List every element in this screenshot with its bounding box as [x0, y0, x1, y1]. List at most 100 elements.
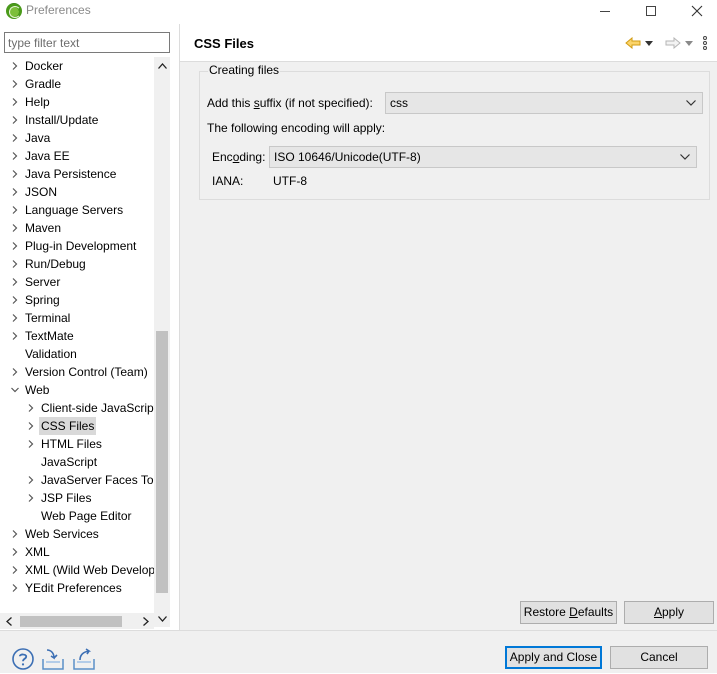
back-button[interactable]: [625, 34, 641, 52]
chevron-right-icon[interactable]: [11, 368, 19, 376]
encoding-combo[interactable]: ISO 10646/Unicode(UTF-8): [269, 146, 697, 168]
dialog-button-bar: Apply and Close Cancel: [0, 630, 717, 673]
tree-item[interactable]: YEdit Preferences: [0, 579, 154, 597]
chevron-right-icon[interactable]: [11, 170, 19, 178]
export-button[interactable]: [72, 647, 96, 671]
chevron-down-icon[interactable]: [11, 386, 19, 394]
tree-item[interactable]: Version Control (Team): [0, 363, 154, 381]
tree-item[interactable]: Spring: [0, 291, 154, 309]
cancel-button[interactable]: Cancel: [610, 646, 708, 669]
tree-item-label: Gradle: [25, 77, 62, 91]
chevron-right-icon[interactable]: [11, 98, 19, 106]
minimize-icon: [600, 10, 610, 12]
tree-vertical-scrollbar[interactable]: [154, 57, 170, 627]
scroll-down-button[interactable]: [154, 610, 170, 627]
tree-item[interactable]: Server: [0, 273, 154, 291]
apply-and-close-button[interactable]: Apply and Close: [505, 646, 602, 669]
import-button[interactable]: [41, 647, 65, 671]
minimize-button[interactable]: [582, 0, 628, 22]
view-menu-button[interactable]: [703, 34, 707, 52]
dropdown-arrow-icon: [645, 40, 653, 46]
chevron-right-icon[interactable]: [11, 296, 19, 304]
back-dropdown[interactable]: [645, 34, 653, 52]
chevron-right-icon[interactable]: [11, 314, 19, 322]
tree-item[interactable]: JavaScript: [0, 453, 154, 471]
filter-input[interactable]: [4, 32, 170, 53]
chevron-right-icon[interactable]: [11, 548, 19, 556]
chevron-right-icon[interactable]: [11, 566, 19, 574]
chevron-right-icon[interactable]: [11, 188, 19, 196]
close-button[interactable]: [674, 0, 717, 22]
chevron-right-icon[interactable]: [27, 440, 35, 448]
tree-item[interactable]: Maven: [0, 219, 154, 237]
chevron-right-icon[interactable]: [11, 584, 19, 592]
restore-defaults-button[interactable]: Restore Defaults: [520, 601, 617, 624]
tree-item-label: Version Control (Team): [25, 365, 148, 379]
suffix-combo[interactable]: css: [385, 92, 703, 114]
chevron-right-icon[interactable]: [11, 260, 19, 268]
chevron-right-icon[interactable]: [27, 494, 35, 502]
tree-item[interactable]: Language Servers: [0, 201, 154, 219]
help-button[interactable]: [11, 647, 35, 671]
chevron-right-icon[interactable]: [11, 242, 19, 250]
tree-item-label: Server: [25, 275, 61, 289]
tree-item-label: Install/Update: [25, 113, 99, 127]
tree-item[interactable]: Install/Update: [0, 111, 154, 129]
tree-item[interactable]: CSS Files: [0, 417, 154, 435]
tree-item[interactable]: Run/Debug: [0, 255, 154, 273]
encoding-label: Encoding:: [212, 150, 266, 164]
chevron-right-icon[interactable]: [27, 422, 35, 430]
tree-item[interactable]: XML (Wild Web Developer): [0, 561, 154, 579]
tree-item[interactable]: XML: [0, 543, 154, 561]
tree-item[interactable]: Java Persistence: [0, 165, 154, 183]
chevron-right-icon[interactable]: [11, 62, 19, 70]
tree-item[interactable]: Help: [0, 93, 154, 111]
tree-item[interactable]: Validation: [0, 345, 154, 363]
forward-dropdown[interactable]: [685, 34, 693, 52]
tree-item[interactable]: Plug-in Development: [0, 237, 154, 255]
tree-item[interactable]: Terminal: [0, 309, 154, 327]
chevron-right-icon[interactable]: [27, 404, 35, 412]
chevron-right-icon[interactable]: [11, 80, 19, 88]
encoding-note: The following encoding will apply:: [207, 121, 386, 135]
scroll-up-button[interactable]: [154, 57, 170, 74]
tree-item[interactable]: Java EE: [0, 147, 154, 165]
vertical-scroll-thumb[interactable]: [156, 331, 168, 593]
chevron-right-icon[interactable]: [11, 332, 19, 340]
tree-item-label: Java EE: [25, 149, 70, 163]
chevron-right-icon[interactable]: [11, 116, 19, 124]
tree-item[interactable]: Web: [0, 381, 154, 399]
tree-horizontal-scrollbar[interactable]: [0, 613, 154, 629]
scroll-right-button[interactable]: [137, 613, 154, 629]
chevron-right-icon[interactable]: [11, 206, 19, 214]
tree-item[interactable]: Java: [0, 129, 154, 147]
chevron-right-icon[interactable]: [27, 476, 35, 484]
tree-item[interactable]: Client-side JavaScript: [0, 399, 154, 417]
forward-button[interactable]: [665, 34, 681, 52]
tree-item[interactable]: JSP Files: [0, 489, 154, 507]
tree-item-label: Web: [25, 383, 50, 397]
chevron-right-icon[interactable]: [11, 530, 19, 538]
chevron-right-icon[interactable]: [11, 224, 19, 232]
tree-item[interactable]: TextMate: [0, 327, 154, 345]
apply-button[interactable]: Apply: [624, 601, 714, 624]
tree-item[interactable]: JavaServer Faces Tools: [0, 471, 154, 489]
chevron-right-icon[interactable]: [11, 152, 19, 160]
tree-item[interactable]: JSON: [0, 183, 154, 201]
back-arrow-icon: [625, 37, 641, 49]
tree-item[interactable]: Docker: [0, 57, 154, 75]
tree-item-label: JSP Files: [41, 491, 92, 505]
export-icon: [73, 648, 95, 670]
tree-item[interactable]: Web Page Editor: [0, 507, 154, 525]
chevron-right-icon[interactable]: [11, 134, 19, 142]
scroll-left-button[interactable]: [0, 613, 17, 629]
chevron-right-icon[interactable]: [11, 278, 19, 286]
tree-item-label: Maven: [25, 221, 62, 235]
tree-item[interactable]: HTML Files: [0, 435, 154, 453]
tree-item[interactable]: Web Services: [0, 525, 154, 543]
page-title: CSS Files: [194, 36, 254, 51]
encoding-value: ISO 10646/Unicode(UTF-8): [274, 150, 421, 164]
horizontal-scroll-thumb[interactable]: [20, 616, 122, 627]
maximize-button[interactable]: [628, 0, 674, 22]
tree-item[interactable]: Gradle: [0, 75, 154, 93]
